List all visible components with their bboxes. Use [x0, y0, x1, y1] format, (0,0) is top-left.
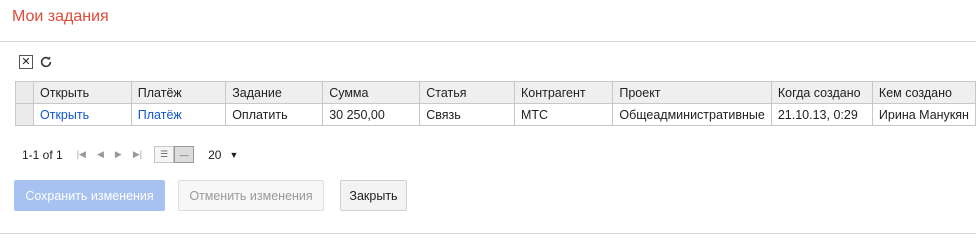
amount-cell: 30 250,00 [322, 103, 421, 126]
column-header-payment[interactable]: Платёж [130, 81, 227, 104]
payment-link[interactable]: Платёж [130, 103, 227, 126]
column-header-article[interactable]: Статья [419, 81, 515, 104]
page-size-select[interactable]: 20 ▼ [208, 148, 238, 162]
article-cell: Связь [419, 103, 515, 126]
header-divider [0, 41, 976, 42]
grid-toolbar: ✕ [19, 55, 53, 69]
column-header-open[interactable]: Открыть [33, 81, 132, 104]
prev-page-icon[interactable]: ◀ [97, 149, 104, 160]
footer-divider [0, 233, 976, 234]
table-header-row: Открыть Платёж Задание Сумма Статья Конт… [14, 81, 976, 104]
first-page-icon[interactable]: |◀ [77, 149, 86, 160]
close-button[interactable]: Закрыть [340, 180, 407, 211]
created-by-cell: Ирина Манукян [871, 103, 976, 126]
next-page-icon[interactable]: ▶ [115, 149, 122, 160]
pagination: 1-1 of 1 |◀ ◀ ▶ ▶| ☰ — 20 ▼ [22, 146, 238, 163]
tasks-table: Открыть Платёж Задание Сумма Статья Конт… [14, 81, 976, 126]
density-compact-icon[interactable]: — [174, 146, 195, 163]
column-header-created-by[interactable]: Кем создано [871, 81, 976, 104]
page-title: Мои задания [12, 8, 109, 25]
row-selector[interactable] [14, 103, 35, 126]
column-header-counterparty[interactable]: Контрагент [513, 81, 614, 104]
pagination-range: 1-1 of 1 [22, 147, 63, 162]
row-selector-header[interactable] [14, 81, 35, 104]
chevron-down-icon: ▼ [229, 149, 239, 160]
density-comfortable-icon[interactable]: ☰ [154, 146, 175, 163]
last-page-icon[interactable]: ▶| [133, 149, 142, 160]
save-button[interactable]: Сохранить изменения [14, 180, 165, 211]
column-header-task[interactable]: Задание [225, 81, 324, 104]
created-at-cell: 21.10.13, 0:29 [770, 103, 873, 126]
task-cell: Оплатить [225, 103, 324, 126]
column-header-created-at[interactable]: Когда создано [770, 81, 873, 104]
column-header-project[interactable]: Проект [612, 81, 772, 104]
column-header-amount[interactable]: Сумма [322, 81, 421, 104]
open-link[interactable]: Открыть [33, 103, 132, 126]
table-row[interactable]: Открыть Платёж Оплатить 30 250,00 Связь … [14, 103, 976, 126]
project-cell: Общеадминистративные [612, 103, 772, 126]
refresh-icon[interactable] [39, 55, 53, 69]
cancel-button[interactable]: Отменить изменения [178, 180, 324, 211]
page-size-value: 20 [208, 147, 222, 162]
close-box-icon[interactable]: ✕ [19, 55, 33, 69]
counterparty-cell: МТС [513, 103, 614, 126]
